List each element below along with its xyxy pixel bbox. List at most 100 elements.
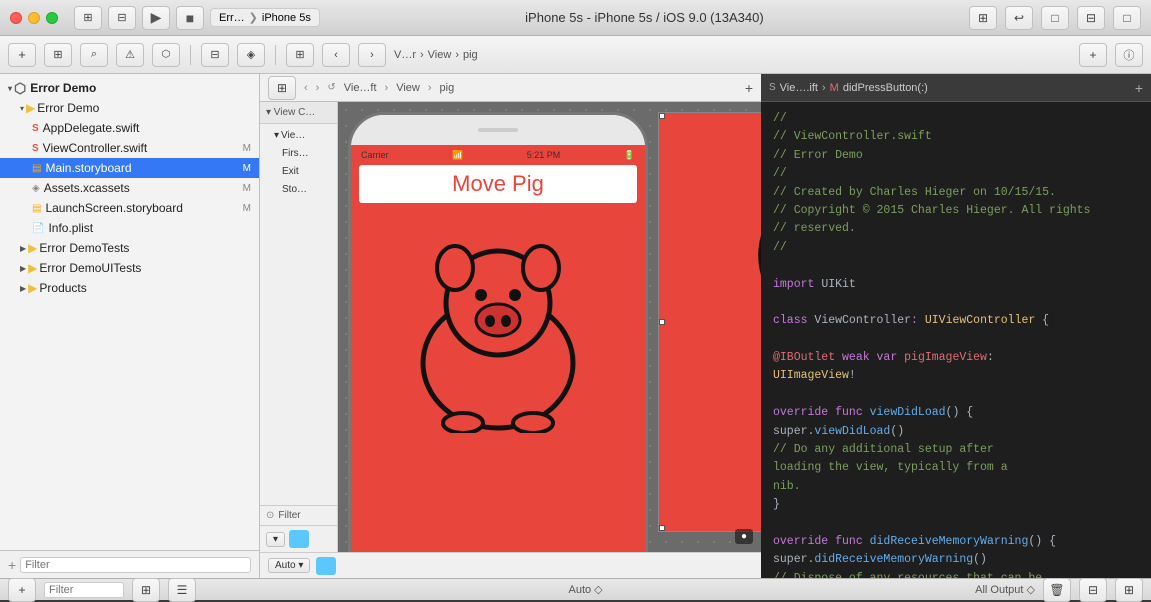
storyboard-blue-btn[interactable] [289,530,309,548]
pig-area [351,203,645,433]
breadcrumb-item3[interactable]: pig [463,49,478,61]
first-label: Firs… [282,148,309,159]
errordemo-label: Error Demo [37,101,99,115]
left-arrow[interactable]: ‹ [304,82,308,94]
vc-breadcrumb1[interactable]: Vie…ft [344,82,377,94]
storyboard-grid-btn[interactable]: ⊞ [268,76,296,100]
grid-view-button[interactable]: ⊞ [969,6,997,30]
sidebar-item-tests[interactable]: ▶ ▶ Error DemoTests [0,238,259,258]
filter-options-btn[interactable]: ⊞ [132,578,160,602]
handle-left[interactable] [659,319,665,325]
share-btn[interactable]: ↺ [327,82,335,93]
code-method-name: didPressButton(:) [843,82,928,94]
breakpoint-button[interactable]: ◈ [237,43,265,67]
code-add-btn[interactable]: + [1135,80,1143,96]
project-label: Error Demo [30,81,96,95]
handle-tl[interactable] [659,113,665,119]
warning-button[interactable]: ⚠ [116,43,144,67]
storyboard-btn[interactable]: ⊞ [286,43,314,67]
nav-back[interactable]: ‹ [322,43,350,67]
search-button[interactable]: ⌕ [80,43,108,67]
right-arrow[interactable]: › [316,82,320,94]
grid-button[interactable]: ⊞ [44,43,72,67]
run-button[interactable]: ▶ [142,6,170,30]
sidebar-item-uitests[interactable]: ▶ ▶ Error DemoUITests [0,258,259,278]
code-line: override func didReceiveMemoryWarning() … [773,533,1139,551]
sidebar-item-mainstoryboard[interactable]: ▤ Main.storyboard M [0,158,259,178]
blue-btn2[interactable] [316,557,336,575]
layout-button2[interactable]: ⊟ [1077,6,1105,30]
add-button[interactable]: + [8,43,36,67]
vc-breadcrumb3[interactable]: pig [440,82,455,94]
sidebar-filter-input[interactable] [20,557,251,573]
code-line: // [773,239,1139,257]
layout-button1[interactable]: □ [1041,6,1069,30]
iphone-body: Carrier 📶 5:21 PM 🔋 Move Pig [348,112,648,552]
outline-first[interactable]: Firs… [266,144,331,162]
sto-label: Sto… [282,184,307,195]
sidebar-item-errordemo[interactable]: ▾ ▶ Error Demo [0,98,259,118]
close-button[interactable] [10,12,22,24]
show-panel-button[interactable]: ⊟ [108,6,136,30]
sidebar-item-launchscreen[interactable]: ▤ LaunchScreen.storyboard M [0,198,259,218]
handle-bl[interactable] [659,525,665,531]
breadcrumb-bar: V…r › View › pig [394,49,1071,61]
sidebar-item-assets[interactable]: ◈ Assets.xcassets M [0,178,259,198]
code-header: S Vie….ift › M didPressButton(:) + [761,74,1151,102]
layout-button3[interactable]: □ [1113,6,1141,30]
code-line: // [773,165,1139,183]
storyboard-down-btn[interactable]: ▾ [266,532,285,547]
split-btn2[interactable]: ⊞ [1115,578,1143,602]
back-forward-button[interactable]: ⊟ [201,43,229,67]
stop-button[interactable]: ■ [176,6,204,30]
code-line: // Copyright © 2015 Charles Hieger. All … [773,202,1139,220]
code-line [773,294,1139,312]
sidebar-item-project[interactable]: ▾ ⬡ Error Demo [0,78,259,98]
outline-vie[interactable]: ▾ Vie… [266,126,331,144]
bottom-filter-input[interactable] [44,582,124,598]
outline-exit[interactable]: Exit [266,162,331,180]
code-method: M [830,82,839,94]
wifi-icon: 📶 [452,150,463,161]
plus-btn[interactable]: + [745,80,753,96]
debug-button[interactable]: ⬡ [152,43,180,67]
view-outline-label: Vie… [281,130,305,141]
list-view-btn[interactable]: ☰ [168,578,196,602]
inspector-button[interactable]: ⓘ [1115,43,1143,67]
breadcrumb-item2[interactable]: View [428,49,452,61]
disclosure-icon4: ▶ [20,264,26,273]
sidebar-item-viewcontroller[interactable]: S ViewController.swift M [0,138,259,158]
storyboard-canvas[interactable]: Carrier 📶 5:21 PM 🔋 Move Pig [338,102,761,552]
maximize-button[interactable] [46,12,58,24]
storyboard-wrapper: ⊞ ‹ › ↺ Vie…ft › View › pig + ▾ View C… … [260,74,761,578]
vc-breadcrumb2[interactable]: View [396,82,420,94]
sidebar-item-infoplist[interactable]: 📄 Info.plist [0,218,259,238]
appdelegate-label: AppDelegate.swift [43,121,140,135]
scheme-selector[interactable]: Err… ❯ iPhone 5s [210,8,320,27]
disc: ▾ [274,130,279,141]
sidebar-item-appdelegate[interactable]: S AppDelegate.swift [0,118,259,138]
add-panel-button[interactable]: + [1079,43,1107,67]
split-btn[interactable]: ⊟ [1079,578,1107,602]
view-c-label: ▾ View C… [266,107,315,118]
title-bar-left: ⊞ ⊟ ▶ ■ Err… ❯ iPhone 5s [10,6,320,30]
code-line: super.didReceiveMemoryWarning() [773,551,1139,569]
sidebar-item-products[interactable]: ▶ ▶ Products [0,278,259,298]
breadcrumb-item1[interactable]: V…r [394,49,416,61]
speaker [478,128,518,132]
trash-btn[interactable]: 🗑 [1043,578,1071,602]
zoom-indicator: ● [735,529,753,544]
outline-sto[interactable]: Sto… [266,180,331,198]
zoom-btn[interactable]: Auto ▾ [268,558,310,573]
nav-forward[interactable]: › [358,43,386,67]
filter-label: Filter [278,510,300,521]
code-line [773,386,1139,404]
all-output-label: All Output ◇ [975,583,1035,596]
new-tab-button[interactable]: ⊞ [74,6,102,30]
m-badge3: M [243,183,251,194]
minimize-button[interactable] [28,12,40,24]
navigator-button[interactable]: ↩ [1005,6,1033,30]
code-content-area[interactable]: // // ViewController.swift // Error Demo… [761,102,1151,578]
add-file-btn[interactable]: + [8,578,36,602]
sidebar-tree: ▾ ⬡ Error Demo ▾ ▶ Error Demo S AppDeleg… [0,74,259,550]
